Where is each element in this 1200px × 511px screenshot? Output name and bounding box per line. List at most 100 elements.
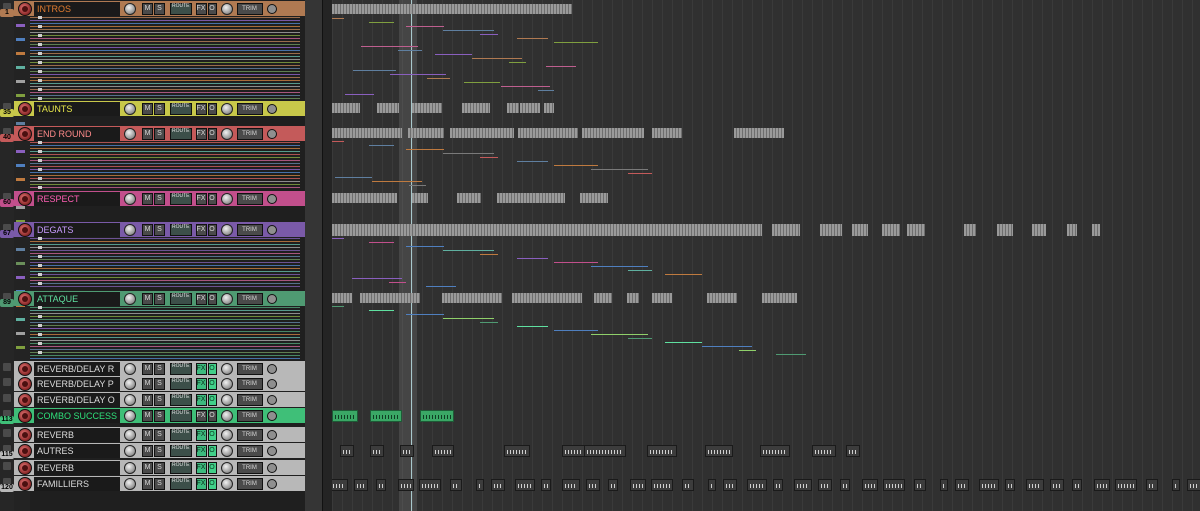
audio-item[interactable] — [491, 479, 505, 491]
child-item[interactable] — [332, 306, 344, 307]
solo-button[interactable]: S — [154, 102, 165, 115]
pan-knob[interactable] — [220, 377, 233, 390]
route-button[interactable]: ROUTE — [170, 127, 192, 140]
fx-button[interactable]: FX — [195, 2, 207, 15]
automation-trim-button[interactable]: TRIM — [236, 223, 263, 236]
route-button[interactable]: ROUTE — [170, 409, 192, 422]
audio-item[interactable] — [332, 193, 397, 203]
child-item[interactable] — [472, 58, 522, 59]
audio-item[interactable] — [544, 103, 554, 113]
record-arm-button[interactable] — [18, 101, 32, 116]
route-button[interactable]: ROUTE — [170, 362, 192, 375]
child-item[interactable] — [591, 169, 648, 170]
audio-item[interactable] — [1067, 224, 1077, 236]
fx-bypass-button[interactable]: O — [207, 2, 217, 15]
solo-button[interactable]: S — [154, 362, 165, 375]
pan-knob[interactable] — [220, 428, 233, 441]
fx-button[interactable]: FX — [195, 223, 207, 236]
record-arm-button[interactable] — [18, 476, 32, 491]
child-item[interactable] — [628, 338, 652, 339]
child-item[interactable] — [665, 274, 702, 275]
audio-item[interactable] — [594, 293, 612, 303]
solo-button[interactable]: S — [154, 223, 165, 236]
track-name[interactable]: REVERB/DELAY P — [34, 376, 120, 391]
solo-button[interactable]: S — [154, 127, 165, 140]
envelope-icon[interactable] — [266, 429, 277, 440]
fx-bypass-button[interactable]: O — [207, 409, 217, 422]
fx-bypass-button[interactable]: O — [207, 428, 217, 441]
child-item[interactable] — [390, 74, 446, 75]
pan-knob[interactable] — [220, 127, 233, 140]
child-item[interactable] — [345, 94, 374, 95]
child-item[interactable] — [554, 42, 598, 43]
route-button[interactable]: ROUTE — [170, 223, 192, 236]
fx-bypass-button[interactable]: O — [207, 192, 217, 205]
volume-knob[interactable] — [124, 477, 136, 490]
child-item[interactable] — [332, 238, 344, 239]
track-name[interactable]: AUTRES — [34, 443, 120, 458]
route-button[interactable]: ROUTE — [170, 192, 192, 205]
audio-item[interactable] — [627, 293, 639, 303]
envelope-icon[interactable] — [266, 478, 277, 489]
pan-knob[interactable] — [220, 192, 233, 205]
pan-knob[interactable] — [220, 477, 233, 490]
track-header-reverb-delay-r[interactable]: REVERB/DELAY R M S ROUTE FX O TRIM — [3, 361, 305, 376]
track-name[interactable]: REVERB — [34, 427, 120, 442]
audio-item[interactable] — [432, 445, 454, 457]
automation-trim-button[interactable]: TRIM — [236, 428, 263, 441]
mute-button[interactable]: M — [142, 444, 153, 457]
child-item[interactable] — [426, 286, 456, 287]
audio-item[interactable] — [586, 479, 600, 491]
solo-button[interactable]: S — [154, 292, 165, 305]
audio-item[interactable] — [562, 445, 586, 457]
audio-item[interactable] — [332, 410, 358, 422]
audio-item[interactable] — [651, 479, 673, 491]
audio-item[interactable] — [476, 479, 484, 491]
track-name[interactable]: INTROS — [34, 1, 120, 16]
audio-item[interactable] — [940, 479, 948, 491]
record-arm-button[interactable] — [18, 191, 32, 206]
audio-item[interactable] — [907, 224, 925, 236]
audio-item[interactable] — [541, 479, 551, 491]
child-item[interactable] — [480, 157, 498, 158]
mute-button[interactable]: M — [142, 409, 153, 422]
automation-trim-button[interactable]: TRIM — [236, 192, 263, 205]
audio-item[interactable] — [705, 445, 733, 457]
audio-item[interactable] — [840, 479, 850, 491]
envelope-icon[interactable] — [266, 224, 277, 235]
child-item[interactable] — [501, 86, 550, 87]
audio-item[interactable] — [332, 4, 572, 14]
fx-button[interactable]: FX — [195, 127, 207, 140]
child-item[interactable] — [554, 330, 598, 331]
audio-item[interactable] — [794, 479, 812, 491]
volume-knob[interactable] — [124, 428, 136, 441]
fx-button[interactable]: FX — [195, 461, 207, 474]
mute-button[interactable]: M — [142, 192, 153, 205]
child-item[interactable] — [480, 34, 498, 35]
volume-knob[interactable] — [124, 223, 136, 236]
pan-knob[interactable] — [220, 223, 233, 236]
child-item[interactable] — [591, 334, 648, 335]
child-item[interactable] — [443, 153, 494, 154]
automation-trim-button[interactable]: TRIM — [236, 362, 263, 375]
envelope-icon[interactable] — [266, 128, 277, 139]
record-arm-button[interactable] — [18, 222, 32, 237]
audio-item[interactable] — [747, 479, 767, 491]
audio-item[interactable] — [882, 224, 900, 236]
audio-item[interactable] — [332, 479, 348, 491]
route-button[interactable]: ROUTE — [170, 461, 192, 474]
child-item[interactable] — [389, 282, 406, 283]
audio-item[interactable] — [652, 293, 672, 303]
volume-knob[interactable] — [124, 377, 136, 390]
audio-item[interactable] — [1146, 479, 1158, 491]
mute-button[interactable]: M — [142, 393, 153, 406]
volume-knob[interactable] — [124, 292, 136, 305]
audio-item[interactable] — [707, 293, 737, 303]
audio-item[interactable] — [370, 445, 384, 457]
automation-trim-button[interactable]: TRIM — [236, 102, 263, 115]
volume-knob[interactable] — [124, 127, 136, 140]
route-button[interactable]: ROUTE — [170, 444, 192, 457]
audio-item[interactable] — [360, 293, 420, 303]
child-item[interactable] — [546, 66, 576, 67]
child-item[interactable] — [517, 38, 548, 39]
